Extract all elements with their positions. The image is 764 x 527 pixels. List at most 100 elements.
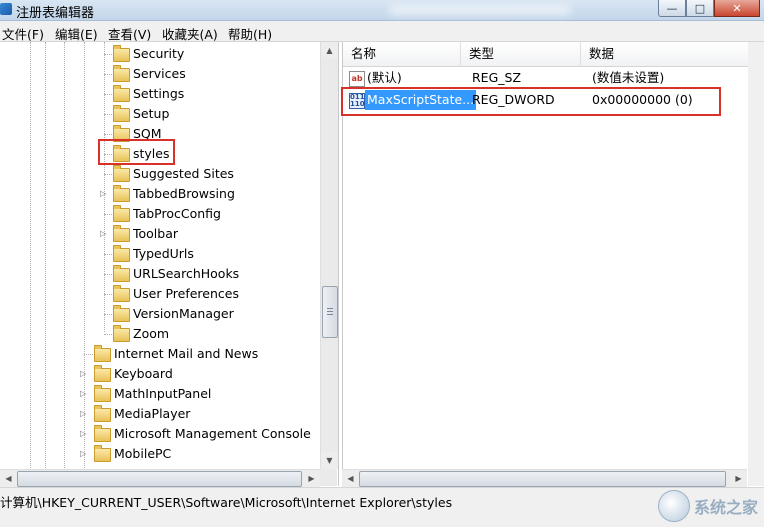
tree-item[interactable]: ▷ TabbedBrowsing — [0, 184, 320, 204]
tree-item[interactable]: ▷ MediaPlayer — [0, 404, 320, 424]
tree-item[interactable]: ▷ MobilePC — [0, 444, 320, 464]
expand-arrow-icon[interactable]: ▷ — [80, 424, 86, 444]
scroll-down-arrow-icon[interactable]: ▼ — [321, 452, 338, 469]
expand-arrow-icon[interactable]: ▷ — [80, 404, 86, 424]
value-type: REG_SZ — [472, 70, 522, 85]
tree-item-label: TabbedBrowsing — [133, 186, 235, 201]
tree-connector — [104, 314, 112, 315]
tree-item[interactable]: Zoom — [0, 324, 320, 344]
column-header-data[interactable]: 数据 — [581, 42, 748, 66]
tree-connector — [104, 334, 112, 335]
tree-item[interactable]: TypedUrls — [0, 244, 320, 264]
folder-icon — [94, 345, 111, 362]
scrollbar-thumb[interactable] — [17, 471, 302, 487]
folder-icon — [113, 245, 130, 262]
scroll-right-arrow-icon[interactable]: ▶ — [730, 470, 747, 487]
tree-item-label: MobilePC — [114, 446, 172, 461]
menu-favorites[interactable]: 收藏夹(A) — [162, 24, 218, 43]
menu-help[interactable]: 帮助(H) — [228, 24, 272, 43]
title-bar-glow — [390, 5, 570, 15]
tree-item[interactable]: Internet Mail and News — [0, 344, 320, 364]
tree-item[interactable]: ▷ Microsoft Management Console — [0, 424, 320, 444]
tree-vertical-scrollbar[interactable]: ▲ ▼ — [320, 42, 338, 469]
menu-view[interactable]: 查看(V) — [108, 24, 151, 43]
folder-icon — [113, 185, 130, 202]
folder-icon — [113, 45, 130, 62]
tree-item[interactable]: ▷ MathInputPanel — [0, 384, 320, 404]
folder-icon — [94, 445, 111, 462]
tree-item[interactable]: TabProcConfig — [0, 204, 320, 224]
tree-connector — [104, 134, 112, 135]
expand-arrow-icon[interactable]: ▷ — [100, 224, 106, 244]
watermark-logo-icon — [657, 490, 690, 522]
tree-item[interactable]: ▷ Toolbar — [0, 224, 320, 244]
minimize-button[interactable]: — — [658, 0, 686, 17]
scrollbar-thumb[interactable] — [359, 471, 726, 487]
regedit-app-icon — [0, 3, 12, 15]
folder-icon — [113, 265, 130, 282]
tree-item-label: Setup — [133, 106, 170, 121]
grip-line — [327, 308, 333, 309]
scrollbar-thumb[interactable] — [322, 286, 338, 338]
tree-item-label: TypedUrls — [133, 246, 194, 261]
scroll-left-arrow-icon[interactable]: ◀ — [0, 470, 17, 487]
folder-icon — [113, 85, 130, 102]
list-header: 名称 类型 数据 — [343, 42, 748, 67]
tree-item-label: Internet Mail and News — [114, 346, 259, 361]
value-row[interactable]: ab (默认) REG_SZ (数值未设置) — [343, 68, 748, 88]
tree-connector — [104, 74, 112, 75]
tree-item-label: Services — [133, 66, 186, 81]
scroll-left-arrow-icon[interactable]: ◀ — [342, 470, 359, 487]
menu-edit[interactable]: 编辑(E) — [55, 24, 98, 43]
tree-item-label: URLSearchHooks — [133, 266, 240, 281]
tree-item-label: Suggested Sites — [133, 166, 234, 181]
folder-icon — [94, 425, 111, 442]
value-name: (默认) — [367, 70, 402, 85]
tree-item-label: TabProcConfig — [133, 206, 221, 221]
window-controls: — □ ✕ — [658, 0, 760, 17]
scroll-up-arrow-icon[interactable]: ▲ — [321, 42, 338, 59]
tree-item[interactable]: URLSearchHooks — [0, 264, 320, 284]
folder-icon — [113, 105, 130, 122]
tree-connector — [104, 174, 112, 175]
expand-arrow-icon[interactable]: ▷ — [80, 384, 86, 404]
tree-item[interactable]: User Preferences — [0, 284, 320, 304]
highlight-box-value — [341, 87, 721, 116]
tree-connector — [104, 254, 112, 255]
tree-item-label: Zoom — [133, 326, 170, 341]
tree-connector — [84, 354, 93, 355]
scroll-right-arrow-icon[interactable]: ▶ — [303, 470, 320, 487]
close-button[interactable]: ✕ — [714, 0, 760, 17]
tree-item[interactable]: Suggested Sites — [0, 164, 320, 184]
expand-arrow-icon[interactable]: ▷ — [80, 444, 86, 464]
watermark: 系统之家 — [657, 488, 758, 524]
folder-icon — [113, 225, 130, 242]
tree-item-label: Settings — [133, 86, 185, 101]
tree-item-label: Microsoft Management Console — [114, 426, 311, 441]
tree-item[interactable]: Setup — [0, 104, 320, 124]
expand-arrow-icon[interactable]: ▷ — [80, 364, 86, 384]
tree-item[interactable]: VersionManager — [0, 304, 320, 324]
values-horizontal-scrollbar[interactable]: ◀ ▶ — [342, 469, 747, 487]
folder-icon — [113, 65, 130, 82]
tree-connector — [104, 94, 112, 95]
tree-connector — [104, 114, 112, 115]
column-header-type[interactable]: 类型 — [461, 42, 581, 66]
folder-icon — [113, 205, 130, 222]
tree-item[interactable]: Settings — [0, 84, 320, 104]
column-header-name[interactable]: 名称 — [343, 42, 461, 66]
expand-arrow-icon[interactable]: ▷ — [100, 184, 106, 204]
tree-item[interactable]: ▷ Keyboard — [0, 364, 320, 384]
title-bar[interactable]: 注册表编辑器 — □ ✕ — [0, 0, 764, 21]
registry-tree[interactable]: Security Services Settings Setup SQM sty… — [0, 42, 339, 486]
menu-file[interactable]: 文件(F) — [2, 24, 44, 43]
tree-item[interactable]: Security — [0, 44, 320, 64]
status-path: 计算机\HKEY_CURRENT_USER\Software\Microsoft… — [0, 495, 453, 510]
tree-item-label: User Preferences — [133, 286, 239, 301]
tree-item-label: Keyboard — [114, 366, 173, 381]
tree-horizontal-scrollbar[interactable]: ◀ ▶ — [0, 469, 320, 487]
maximize-button[interactable]: □ — [686, 0, 714, 17]
value-data: (数值未设置) — [592, 70, 665, 85]
tree-item[interactable]: Services — [0, 64, 320, 84]
tree-item-label: MathInputPanel — [114, 386, 212, 401]
